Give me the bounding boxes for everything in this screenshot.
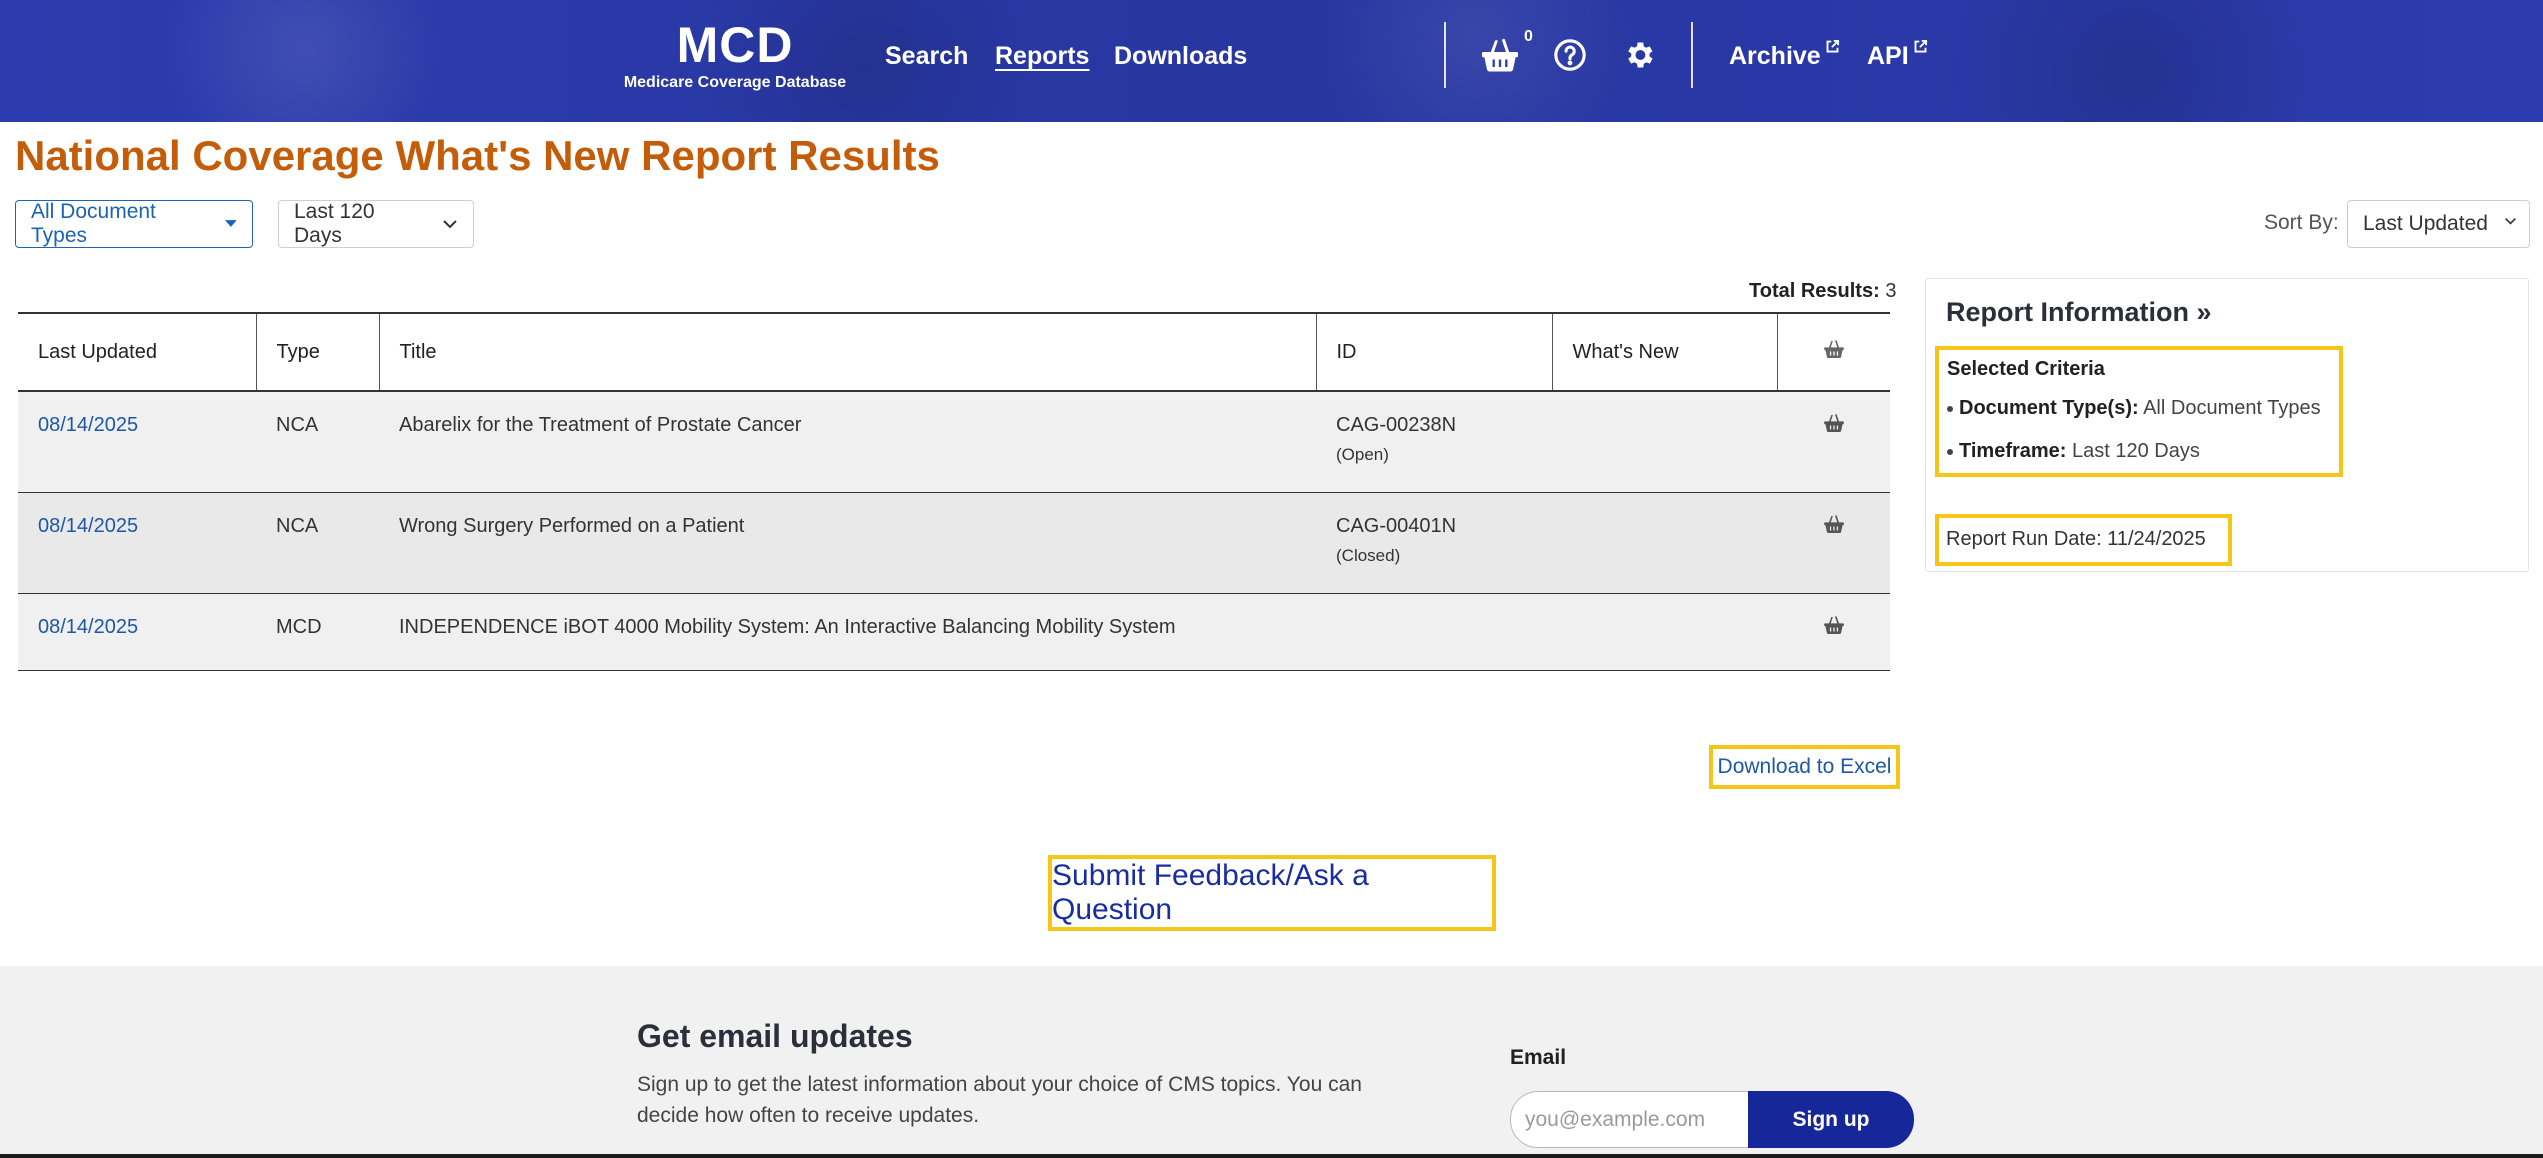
row-status: (Closed): [1336, 545, 1401, 565]
email-updates-heading: Get email updates: [637, 1018, 913, 1054]
document-types-value: All Document Types: [31, 200, 156, 247]
col-header-last-updated[interactable]: Last Updated: [18, 312, 257, 392]
criteria-timeframe: Timeframe: Last 120 Days: [1947, 440, 2331, 463]
criteria-document-types-label: Document Type(s):: [1959, 397, 2139, 419]
report-information-panel: Report Information » Selected Criteria D…: [1925, 278, 2529, 572]
row-type: NCA: [256, 391, 379, 493]
table-row: 08/14/2025 MCD INDEPENDENCE iBOT 4000 Mo…: [18, 593, 1890, 671]
add-to-basket-icon[interactable]: [1823, 615, 1844, 634]
row-last-updated-link[interactable]: 08/14/2025: [18, 391, 256, 493]
selected-criteria-box: Selected Criteria Document Type(s): All …: [1935, 346, 2343, 477]
email-label: Email: [1510, 1046, 1567, 1069]
row-last-updated-link[interactable]: 08/14/2025: [18, 593, 256, 671]
total-results: Total Results: 3: [1749, 280, 1896, 303]
chevron-down-icon: [443, 220, 457, 229]
email-updates-footer: Get email updates Sign up to get the lat…: [0, 966, 2543, 1158]
logo-subtitle: Medicare Coverage Database: [623, 74, 847, 91]
external-link-icon: [1914, 39, 1927, 53]
gear-icon[interactable]: [1622, 38, 1656, 77]
nav-search[interactable]: Search: [885, 42, 968, 71]
total-results-label: Total Results:: [1749, 280, 1880, 302]
logo-title: MCD: [676, 17, 794, 73]
document-types-dropdown[interactable]: All Document Types: [15, 200, 253, 248]
row-whats-new: [1552, 492, 1777, 594]
col-header-type[interactable]: Type: [256, 312, 380, 392]
row-title: Wrong Surgery Performed on a Patient: [379, 492, 1316, 594]
nav-divider: [1444, 22, 1446, 88]
basket-icon[interactable]: [1482, 38, 1518, 77]
add-to-basket-icon[interactable]: [1823, 514, 1844, 533]
row-status: (Open): [1336, 445, 1389, 464]
selected-criteria-heading: Selected Criteria: [1947, 358, 2105, 380]
table-header-row: Last Updated Type Title ID What's New: [18, 312, 1890, 392]
email-input[interactable]: [1510, 1091, 1750, 1148]
download-to-excel-link[interactable]: Download to Excel: [1709, 745, 1900, 789]
row-title: Abarelix for the Treatment of Prostate C…: [379, 391, 1316, 493]
chevron-down-icon: [2501, 216, 2517, 226]
table-row: 08/14/2025 NCA Abarelix for the Treatmen…: [18, 391, 1890, 493]
sort-by-label: Sort By:: [2264, 211, 2339, 234]
mcd-logo[interactable]: MCD Medicare Coverage Database: [620, 18, 850, 92]
sort-by-select[interactable]: Last Updated: [2347, 200, 2530, 248]
nav-divider: [1691, 22, 1693, 88]
report-run-date: Report Run Date: 11/24/2025: [1935, 514, 2232, 566]
timeframe-value: Last 120 Days: [294, 200, 375, 247]
col-header-whats-new[interactable]: What's New: [1552, 312, 1778, 392]
basket-icon: [1823, 340, 1844, 358]
nav-api-label: API: [1867, 42, 1909, 70]
sign-up-button[interactable]: Sign up: [1748, 1091, 1914, 1148]
sort-by-value: Last Updated: [2363, 212, 2488, 235]
row-id-cell: [1316, 593, 1552, 671]
row-basket-cell: [1777, 593, 1890, 671]
col-header-title[interactable]: Title: [379, 312, 1317, 392]
timeframe-dropdown[interactable]: Last 120 Days: [278, 200, 474, 248]
table-row: 08/14/2025 NCA Wrong Surgery Performed o…: [18, 492, 1890, 594]
row-id-cell: CAG-00401N (Closed): [1316, 492, 1552, 594]
row-title: INDEPENDENCE iBOT 4000 Mobility System: …: [379, 593, 1316, 671]
add-to-basket-icon[interactable]: [1823, 414, 1844, 432]
page-title: National Coverage What's New Report Resu…: [15, 132, 940, 179]
nav-reports[interactable]: Reports: [995, 42, 1089, 71]
row-id-cell: CAG-00238N (Open): [1316, 391, 1552, 493]
row-basket-cell: [1777, 492, 1890, 594]
nav-archive-label: Archive: [1729, 42, 1821, 70]
total-results-count: 3: [1885, 280, 1897, 302]
col-header-id[interactable]: ID: [1316, 312, 1553, 392]
email-updates-description: Sign up to get the latest information ab…: [637, 1073, 1362, 1127]
criteria-document-types: Document Type(s): All Document Types: [1947, 397, 2331, 420]
row-id: CAG-00401N: [1336, 514, 1457, 537]
criteria-timeframe-value: Last 120 Days: [2072, 440, 2200, 462]
report-information-toggle[interactable]: Report Information »: [1946, 297, 2212, 328]
caret-down-icon: [225, 220, 237, 227]
help-icon[interactable]: [1553, 38, 1587, 77]
row-id: CAG-00238N: [1336, 414, 1457, 436]
nav-downloads[interactable]: Downloads: [1114, 42, 1247, 71]
row-type: MCD: [256, 593, 379, 671]
row-whats-new: [1552, 391, 1777, 493]
nav-api[interactable]: API: [1867, 39, 1928, 71]
submit-feedback-link[interactable]: Submit Feedback/Ask a Question: [1048, 855, 1496, 931]
criteria-document-types-value: All Document Types: [2143, 397, 2321, 419]
row-basket-cell: [1777, 391, 1890, 493]
results-table: Last Updated Type Title ID What's New 08…: [18, 312, 1890, 671]
cart-count-badge: 0: [1524, 28, 1533, 45]
row-whats-new: [1552, 593, 1777, 671]
site-header: MCD Medicare Coverage Database Search Re…: [0, 0, 2543, 122]
col-header-basket: [1777, 312, 1890, 392]
external-link-icon: [1826, 39, 1839, 53]
row-type: NCA: [256, 492, 379, 594]
row-last-updated-link[interactable]: 08/14/2025: [18, 492, 256, 594]
criteria-timeframe-label: Timeframe:: [1959, 440, 2067, 462]
nav-archive[interactable]: Archive: [1729, 39, 1840, 71]
